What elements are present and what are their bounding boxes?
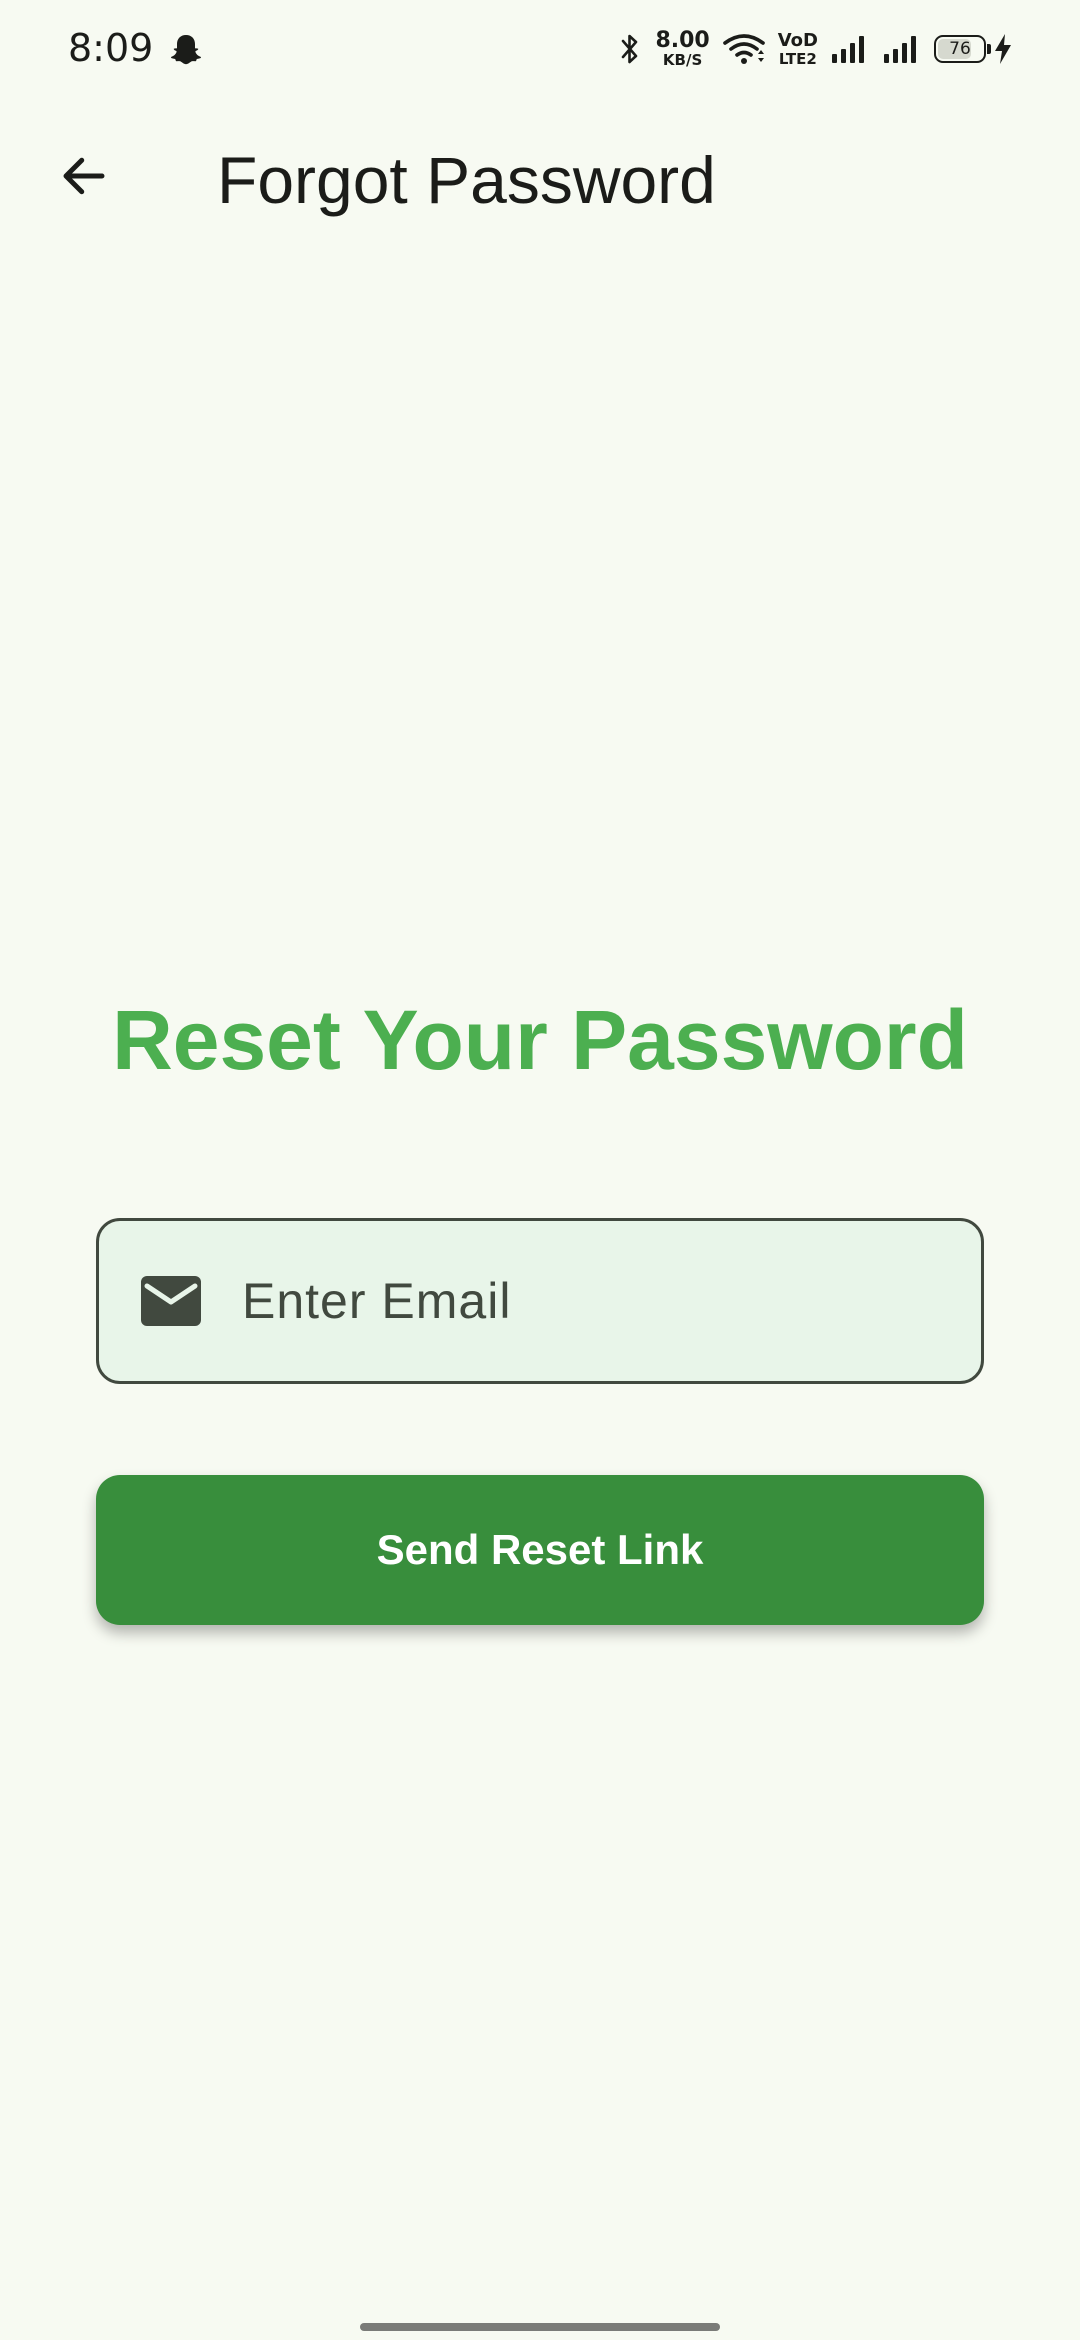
network-speed-value: 8.00 (655, 28, 710, 53)
mail-icon (141, 1276, 201, 1326)
email-field[interactable] (96, 1218, 984, 1384)
arrow-left-icon (63, 157, 105, 195)
volte-bottom-label: LTE2 (778, 49, 817, 68)
charging-bolt-icon (995, 34, 1011, 64)
network-speed-unit: KB/S (662, 51, 703, 69)
home-indicator[interactable] (360, 2323, 720, 2331)
signal-icon (832, 36, 864, 63)
status-bar: 8:09 8.00 KB/S VoD LTE2 76 (0, 0, 1080, 96)
battery-icon: 76 (934, 35, 991, 63)
status-icons: 8.00 KB/S VoD LTE2 76 (605, 26, 1014, 72)
back-button[interactable] (34, 132, 134, 220)
network-speed: 8.00 KB/S (655, 30, 709, 68)
reset-heading: Reset Your Password (112, 993, 968, 1087)
email-input[interactable] (242, 1221, 957, 1381)
app-bar: Forgot Password (0, 96, 1080, 264)
volte-top-label: VoD (777, 29, 818, 51)
signal-icon (884, 36, 916, 63)
status-time: 8:09 (68, 26, 154, 70)
page-title: Forgot Password (217, 143, 716, 217)
bluetooth-icon (622, 34, 638, 64)
wifi-icon (722, 34, 765, 64)
snapchat-icon (171, 35, 201, 65)
send-reset-link-button[interactable]: Send Reset Link (96, 1475, 984, 1625)
battery-level: 76 (949, 39, 971, 59)
volte-indicator: VoD LTE2 (777, 29, 818, 68)
